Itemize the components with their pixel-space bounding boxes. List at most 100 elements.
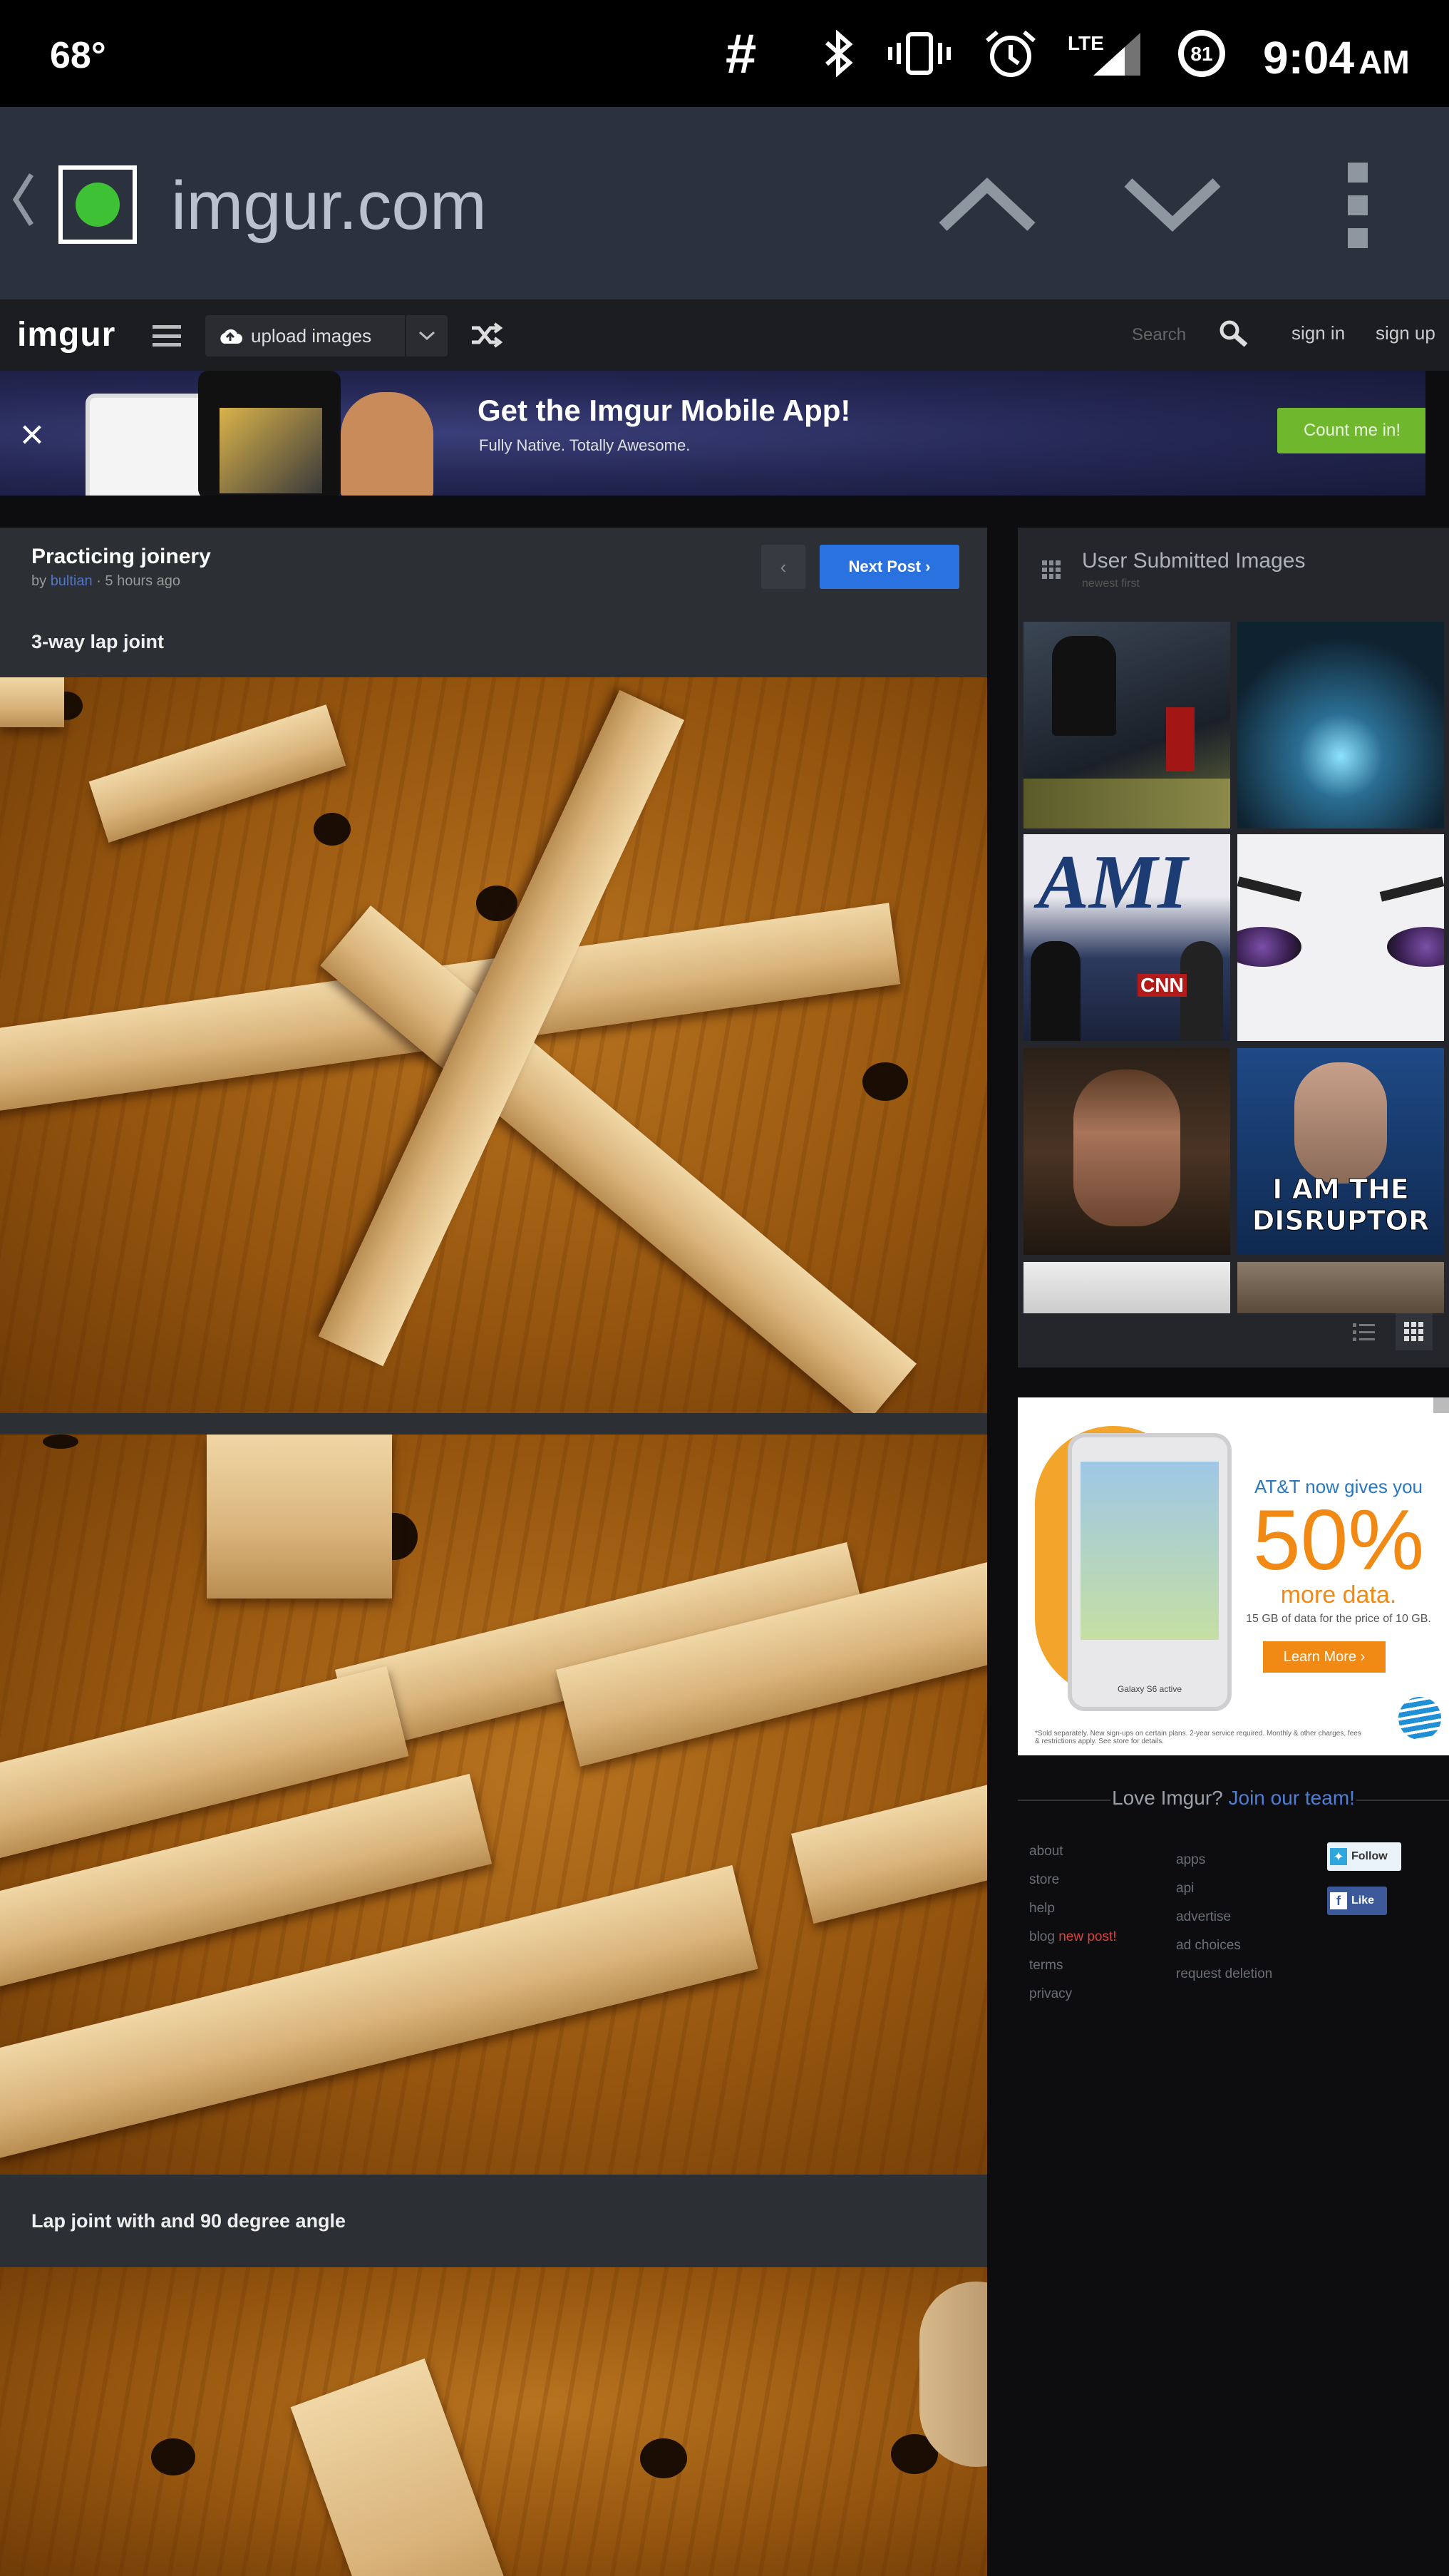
favicon-green-dot xyxy=(76,183,120,227)
thumbnail-disruptor-line1: I AM THE xyxy=(1272,1174,1410,1206)
twitter-bird-icon: ✦ xyxy=(1330,1848,1347,1865)
ad-percent: 50% xyxy=(1252,1492,1425,1588)
thumbnail-debate[interactable]: AMI CNN xyxy=(1023,834,1230,1041)
banner-subtitle: Fully Native. Totally Awesome. xyxy=(479,436,691,454)
footer-link-help[interactable]: help xyxy=(1029,1901,1055,1916)
thumbnail-batman[interactable] xyxy=(1023,622,1230,828)
network-type-text: LTE xyxy=(1068,32,1104,54)
footer-link-terms[interactable]: terms xyxy=(1029,1958,1063,1974)
image-caption-1: 3-way lap joint xyxy=(0,606,987,677)
search-input[interactable]: Search xyxy=(1132,325,1186,345)
post-title: Practicing joinery xyxy=(31,545,211,568)
previous-post-button[interactable]: ‹ xyxy=(761,545,805,589)
ad-choices-icon[interactable] xyxy=(1433,1397,1449,1413)
ad-phone-caption: Galaxy S6 active xyxy=(1117,1684,1182,1694)
upload-images-button[interactable]: upload images xyxy=(205,315,448,356)
footer-link-advertise[interactable]: advertise xyxy=(1176,1909,1231,1925)
scroll-up-button[interactable] xyxy=(934,161,1041,247)
twitter-follow-button[interactable]: ✦ Follow xyxy=(1327,1842,1401,1871)
image-caption-2: Lap joint with and 90 degree angle xyxy=(0,2175,987,2267)
thumbnail-glowing-orb[interactable] xyxy=(1237,622,1444,828)
sidebar-title: User Submitted Images xyxy=(1082,549,1306,573)
hamburger-menu-icon[interactable] xyxy=(153,325,181,347)
thumbnail-ami-text: AMI xyxy=(1038,840,1188,925)
thumbnail-man-portrait[interactable] xyxy=(1023,1048,1230,1255)
author-link[interactable]: bultian xyxy=(51,573,93,589)
scroll-down-button[interactable] xyxy=(1119,161,1226,247)
image-separator xyxy=(0,1413,987,1435)
hash-icon: # xyxy=(726,21,757,85)
vibrate-icon xyxy=(884,29,955,78)
alarm-icon xyxy=(982,29,1039,78)
grid-view-icon[interactable] xyxy=(1396,1313,1433,1350)
post-image-lap-joints[interactable] xyxy=(0,1435,987,2175)
site-favicon[interactable] xyxy=(58,165,137,244)
bluetooth-icon xyxy=(818,29,861,78)
imgur-logo[interactable]: imgur xyxy=(17,315,115,354)
thumbnail-i-am-the-disruptor[interactable]: I AM THE DISRUPTOR xyxy=(1237,1048,1444,1255)
battery-icon: 81 xyxy=(1173,29,1230,78)
search-icon[interactable] xyxy=(1217,318,1250,351)
thumbnail-comic[interactable] xyxy=(1023,1262,1230,1313)
signal-icon: LTE xyxy=(1065,29,1143,78)
imgur-header: imgur upload images Search sign in sign … xyxy=(0,299,1449,371)
mobile-app-banner: × Get the Imgur Mobile App! Fully Native… xyxy=(0,371,1425,496)
ad-fine-print: 15 GB of data for the price of 10 GB. xyxy=(1246,1613,1431,1625)
post-image-3-way-lap-joint[interactable] xyxy=(0,677,987,1413)
clock-ampm: AM xyxy=(1358,43,1410,81)
prev-chevron-icon: ‹ xyxy=(780,555,787,578)
temperature-text: 68° xyxy=(50,35,106,76)
footer-prompt: Love Imgur? xyxy=(1112,1787,1223,1809)
facebook-like-label: Like xyxy=(1351,1894,1375,1907)
ad-learn-more-button[interactable]: Learn More › xyxy=(1263,1641,1386,1673)
cat-photo-mockup xyxy=(341,392,433,496)
url-text[interactable]: imgur.com xyxy=(171,167,487,245)
banner-title: Get the Imgur Mobile App! xyxy=(478,394,851,427)
count-me-in-button[interactable]: Count me in! xyxy=(1277,408,1425,453)
join-team-link[interactable]: Join our team! xyxy=(1229,1787,1355,1809)
clock: 9:04 AM xyxy=(1263,31,1410,84)
upload-dropdown-chevron-icon[interactable] xyxy=(405,315,448,356)
next-post-button[interactable]: Next Post › xyxy=(820,545,959,589)
browser-toolbar: imgur.com xyxy=(0,107,1449,299)
post-by-prefix: by xyxy=(31,573,47,589)
banner-close-icon[interactable]: × xyxy=(20,411,44,458)
list-view-icon[interactable] xyxy=(1346,1313,1383,1350)
sign-up-link[interactable]: sign up xyxy=(1376,322,1435,344)
post-age: · 5 hours ago xyxy=(96,573,181,589)
att-globe-logo xyxy=(1398,1697,1441,1740)
post-image-90-degree-lap-joint[interactable] xyxy=(0,2267,987,2576)
post-meta: by bultian · 5 hours ago xyxy=(31,573,180,590)
footer-link-ad-choices[interactable]: ad choices xyxy=(1176,1938,1241,1954)
thumbnail-eyes[interactable] xyxy=(1237,834,1444,1041)
ad-legal-text: *Sold separately. New sign-ups on certai… xyxy=(1035,1730,1361,1745)
chevron-down-icon xyxy=(1124,178,1221,232)
facebook-like-button[interactable]: f Like xyxy=(1327,1887,1387,1915)
footer-link-privacy[interactable]: privacy xyxy=(1029,1986,1072,2002)
footer-link-about[interactable]: about xyxy=(1029,1844,1063,1859)
thumbnail-photo[interactable] xyxy=(1237,1262,1444,1313)
random-shuffle-icon[interactable] xyxy=(469,319,503,351)
battery-level-text: 81 xyxy=(1190,43,1212,65)
grid-gallery-icon xyxy=(1042,560,1061,579)
footer-blog-label: blog xyxy=(1029,1929,1055,1944)
post-header: Practicing joinery by bultian · 5 hours … xyxy=(0,528,987,606)
footer-link-api[interactable]: api xyxy=(1176,1881,1194,1897)
footer-cta: Love Imgur? Join our team! xyxy=(1018,1787,1449,1810)
back-chevron-icon[interactable] xyxy=(10,168,36,232)
upload-images-label: upload images xyxy=(251,324,372,347)
att-advertisement[interactable]: Galaxy S6 active AT&T now gives you 50% … xyxy=(1018,1397,1449,1755)
user-submitted-panel: User Submitted Images newest first AMI C… xyxy=(1018,528,1449,1367)
footer-blog-badge: new post! xyxy=(1058,1929,1117,1944)
thumbnail-disruptor-line2: DISRUPTOR xyxy=(1252,1205,1430,1237)
footer-link-apps[interactable]: apps xyxy=(1176,1852,1205,1868)
footer-link-store[interactable]: store xyxy=(1029,1872,1059,1888)
phone-mockup-black xyxy=(198,371,341,496)
thumbnail-cnn-text: CNN xyxy=(1138,974,1187,997)
phone-mockup-white xyxy=(86,394,214,496)
overflow-menu-icon[interactable] xyxy=(1340,163,1376,248)
twitter-follow-label: Follow xyxy=(1351,1850,1388,1862)
footer-link-blog[interactable]: blog new post! xyxy=(1029,1929,1117,1945)
footer-link-request-deletion[interactable]: request deletion xyxy=(1176,1966,1272,1982)
sign-in-link[interactable]: sign in xyxy=(1291,322,1345,344)
